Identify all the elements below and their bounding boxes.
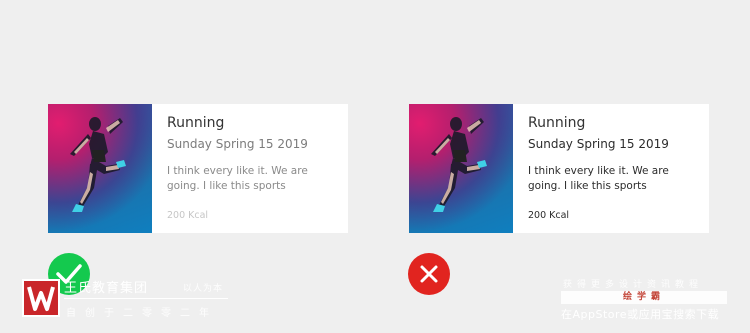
card-title: Running (167, 115, 225, 131)
card-description: I think every like it. We are going. I l… (167, 165, 308, 192)
watermark-divider (64, 298, 228, 299)
brand-slogan: 自创于二零零二年 (66, 308, 218, 319)
promo-text: 获得更多设计资讯教程 (563, 280, 704, 290)
athlete-photo (48, 104, 152, 233)
brand-logo (22, 279, 60, 317)
wrong-badge (408, 253, 450, 295)
promo-app-name: 绘学霸 (622, 292, 665, 302)
card-description: I think every like it. We are going. I l… (528, 165, 669, 192)
promo-app-box: 绘学霸 (561, 291, 727, 304)
card-text: Running Sunday Spring 15 2019 I think ev… (513, 104, 709, 233)
close-icon (420, 265, 438, 283)
correct-example-card: Running Sunday Spring 15 2019 I think ev… (48, 104, 348, 233)
card-title: Running (528, 115, 586, 131)
wrong-example-card: Running Sunday Spring 15 2019 I think ev… (409, 104, 709, 233)
card-date: Sunday Spring 15 2019 (167, 137, 308, 151)
card-text: Running Sunday Spring 15 2019 I think ev… (152, 104, 348, 233)
card-kcal: 200 Kcal (528, 210, 570, 221)
promo-download-text: 在AppStore或应用宝搜索下载 (561, 308, 720, 321)
brand-motto: 以人为本 (183, 284, 224, 294)
card-date: Sunday Spring 15 2019 (528, 137, 669, 151)
brand-name: 王氏教育集团 (64, 281, 149, 296)
athlete-photo (409, 104, 513, 233)
card-kcal: 200 Kcal (167, 210, 209, 221)
